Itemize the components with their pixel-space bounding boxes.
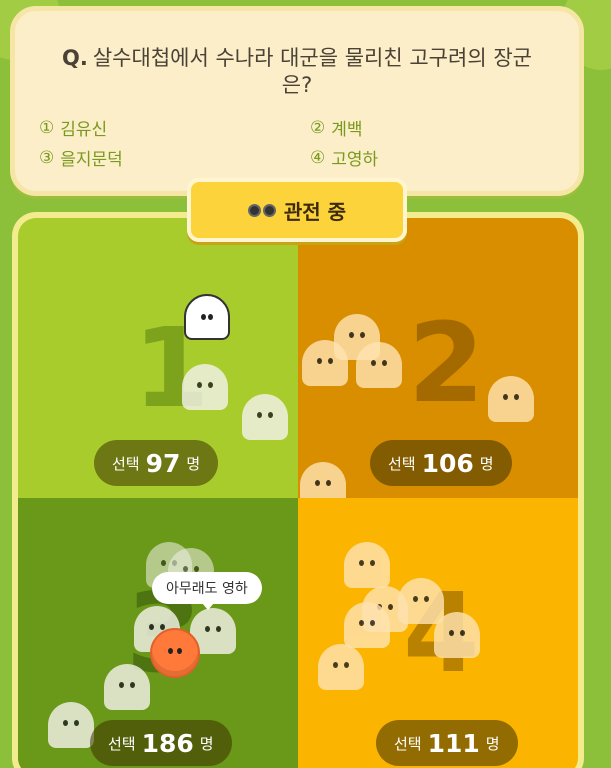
spectating-button[interactable]: 관전 중 — [187, 178, 407, 242]
answer-zone-2[interactable]: 2 선택 106 명 — [298, 218, 578, 508]
question-body: 살수대첩에서 수나라 대군을 물리친 고구려의 장군은? — [92, 46, 532, 97]
zone-1-count-label: 선택 — [112, 454, 140, 473]
ghost-avatar — [184, 294, 230, 340]
option-3-number: ③ — [39, 147, 55, 168]
option-2: ② 계백 — [310, 115, 363, 141]
answer-zone-3[interactable]: 3 아무래도 영하 선택 186 명 — [18, 498, 298, 768]
answer-zone-4[interactable]: 4 선택 111 명 — [298, 498, 578, 768]
zone-4-count-label: 선택 — [394, 734, 422, 753]
spectating-label: 관전 중 — [283, 199, 347, 224]
option-4-number: ④ — [310, 147, 326, 168]
ghost-avatar — [398, 578, 444, 624]
ghost-avatar — [318, 644, 364, 690]
ghost-avatar — [488, 376, 534, 422]
ghost-avatar — [104, 664, 150, 710]
zone-4-count-value: 111 — [427, 728, 480, 758]
zone-2-count-label: 선택 — [388, 454, 416, 473]
player-avatar — [150, 628, 200, 678]
option-4: ④ 고영하 — [310, 145, 379, 171]
ghost-avatar — [302, 340, 348, 386]
option-3-label: 을지문덕 — [60, 150, 123, 170]
zone-4-count-pill: 선택 111 명 — [376, 720, 518, 766]
zone-2-count-unit: 명 — [479, 454, 494, 473]
answer-zone-1[interactable]: 1 선택 97 명 — [18, 218, 298, 498]
zone-3-count-unit: 명 — [199, 734, 214, 753]
ghost-avatar — [48, 702, 94, 748]
answer-board: 1 선택 97 명 2 선택 106 명 3 — [12, 212, 584, 768]
ghost-avatar — [182, 364, 228, 410]
zone-1-count-unit: 명 — [186, 454, 201, 473]
ghost-avatar — [344, 542, 390, 588]
ghost-avatar — [356, 342, 402, 388]
option-3: ③ 을지문덕 — [39, 145, 123, 171]
zone-2-count-value: 106 — [421, 448, 474, 478]
zone-3-count-pill: 선택 186 명 — [90, 720, 232, 766]
answer-grid: 1 선택 97 명 2 선택 106 명 3 — [18, 218, 578, 768]
question-prefix: Q. — [62, 46, 88, 70]
zone-1-count-pill: 선택 97 명 — [94, 440, 219, 486]
zone-2-number: 2 — [408, 299, 485, 427]
option-1: ① 김유신 — [39, 115, 108, 141]
zone-3-count-label: 선택 — [108, 734, 136, 753]
ghost-avatar — [434, 612, 480, 658]
ghost-avatar — [344, 602, 390, 648]
speech-bubble: 아무래도 영하 — [152, 572, 262, 610]
question-text: Q. 살수대첩에서 수나라 대군을 물리친 고구려의 장군은? — [55, 45, 539, 99]
option-2-label: 계백 — [331, 120, 363, 140]
option-2-number: ② — [310, 117, 326, 138]
option-1-number: ① — [39, 117, 55, 138]
zone-2-count-pill: 선택 106 명 — [370, 440, 512, 486]
ghost-avatar — [242, 394, 288, 440]
zone-1-count-value: 97 — [145, 448, 181, 478]
option-4-label: 고영하 — [331, 150, 379, 170]
zone-3-count-value: 186 — [141, 728, 194, 758]
question-card: Q. 살수대첩에서 수나라 대군을 물리친 고구려의 장군은? ① 김유신 ② 계… — [10, 6, 584, 196]
zone-4-count-unit: 명 — [485, 734, 500, 753]
option-1-label: 김유신 — [60, 120, 108, 140]
binoculars-icon — [247, 203, 276, 217]
